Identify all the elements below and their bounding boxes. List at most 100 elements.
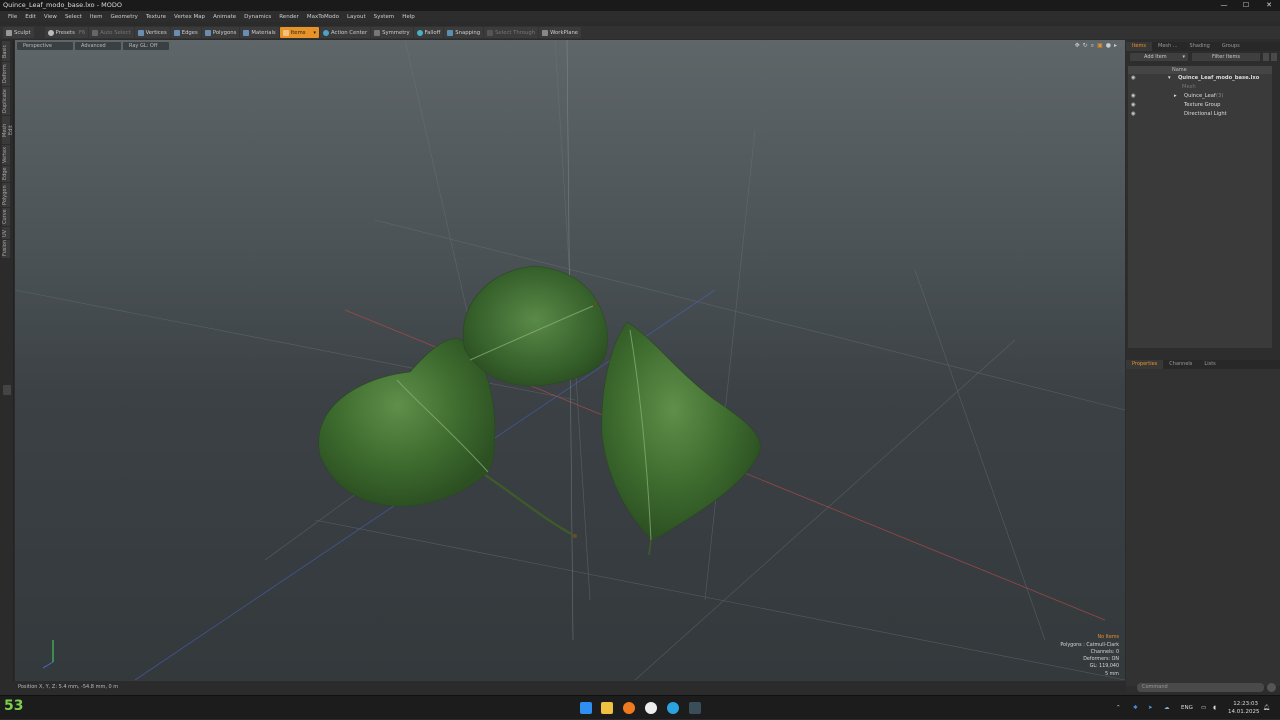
- menu-texture[interactable]: Texture: [142, 14, 170, 20]
- tab-items[interactable]: Items: [1126, 42, 1152, 51]
- menu-maxtomodo[interactable]: MaxToModo: [303, 14, 343, 20]
- tab-raygl[interactable]: Ray GL: Off: [123, 42, 169, 50]
- command-input[interactable]: Command: [1137, 683, 1264, 692]
- viewport-settings-icon[interactable]: ●: [1106, 42, 1111, 50]
- menu-vertex-map[interactable]: Vertex Map: [170, 14, 209, 20]
- chevron-down-icon: ▾: [1182, 54, 1185, 60]
- polygons-button[interactable]: Polygons: [201, 27, 240, 38]
- tab-properties[interactable]: Properties: [1126, 360, 1164, 369]
- cloud-icon[interactable]: ☁: [1164, 696, 1170, 720]
- visibility-eye-icon[interactable]: ◉: [1131, 110, 1136, 119]
- browser-icon[interactable]: [623, 702, 635, 714]
- tab-uv[interactable]: UV: [2, 227, 10, 239]
- notification-bell-icon[interactable]: 🔔︎: [1263, 696, 1270, 720]
- menu-animate[interactable]: Animate: [209, 14, 240, 20]
- menu-system[interactable]: System: [370, 14, 399, 20]
- yandex-browser-icon[interactable]: [645, 702, 657, 714]
- zoom-view-icon[interactable]: ⌕: [1091, 42, 1094, 50]
- chevron-down-icon: ▾: [313, 29, 317, 36]
- tab-perspective[interactable]: Perspective: [17, 42, 73, 50]
- menu-select[interactable]: Select: [61, 14, 86, 20]
- filter-icon[interactable]: [1271, 53, 1277, 61]
- tray-expand-icon[interactable]: ⌃: [1116, 696, 1121, 720]
- 3d-viewport[interactable]: Perspective Advanced Ray GL: Off ✥ ↻ ⌕ ▣…: [15, 40, 1125, 681]
- tab-groups[interactable]: Groups: [1216, 42, 1246, 51]
- workplane-button[interactable]: WorkPlane: [539, 27, 582, 38]
- search-icon[interactable]: [1263, 53, 1269, 61]
- tab-edge[interactable]: Edge: [2, 166, 10, 182]
- tab-lists[interactable]: Lists: [1198, 360, 1221, 369]
- snapping-icon: [447, 29, 454, 36]
- snapping-button[interactable]: Snapping: [444, 27, 484, 38]
- menu-item[interactable]: Item: [86, 14, 107, 20]
- menu-geometry[interactable]: Geometry: [106, 14, 141, 20]
- modo-app-icon[interactable]: [689, 702, 701, 714]
- tab-polygon[interactable]: Polygon: [2, 183, 10, 207]
- falloff-button[interactable]: Falloff: [413, 27, 444, 38]
- file-explorer-icon[interactable]: [601, 702, 613, 714]
- menu-render[interactable]: Render: [275, 14, 303, 20]
- expand-arrow-icon[interactable]: ▸: [1174, 92, 1177, 101]
- right-panel: Items Mesh ... Shading Groups Add Item ▾ …: [1126, 40, 1280, 693]
- tab-curve[interactable]: Curve: [2, 208, 10, 226]
- tab-basic[interactable]: Basic: [2, 41, 10, 61]
- tab-shading[interactable]: Shading: [1184, 42, 1216, 51]
- brush-icon: [6, 29, 12, 36]
- presets-button[interactable]: Presets F6: [44, 27, 89, 38]
- visibility-eye-icon[interactable]: ◉: [1131, 74, 1136, 83]
- tab-deform[interactable]: Deform: [2, 62, 10, 86]
- menu-layout[interactable]: Layout: [343, 14, 370, 20]
- fit-view-icon[interactable]: ▣: [1097, 42, 1103, 50]
- panel-collapse-handle[interactable]: [3, 385, 11, 395]
- volume-icon[interactable]: ◖: [1213, 696, 1216, 720]
- tab-advanced[interactable]: Advanced: [75, 42, 121, 50]
- move-view-icon[interactable]: ✥: [1075, 42, 1080, 50]
- telegram-tray-icon[interactable]: ➤: [1148, 696, 1153, 720]
- items-button[interactable]: Items ▾: [279, 27, 320, 38]
- tab-fusion[interactable]: Fusion: [2, 240, 10, 258]
- action-center-button[interactable]: Action Center: [320, 27, 371, 38]
- symmetry-button[interactable]: Symmetry: [371, 27, 413, 38]
- viewport-menu-icon[interactable]: ▸: [1114, 42, 1117, 50]
- menu-file[interactable]: File: [4, 14, 21, 20]
- sculpt-button[interactable]: Sculpt: [3, 27, 34, 38]
- command-history-icon[interactable]: [1267, 683, 1276, 692]
- windows-start-icon[interactable]: [580, 702, 592, 714]
- language-indicator[interactable]: ENG: [1181, 696, 1193, 720]
- clock[interactable]: 12:23:03 14.01.2025: [1228, 700, 1260, 716]
- menu-view[interactable]: View: [40, 14, 61, 20]
- edges-icon: [173, 29, 180, 36]
- network-icon[interactable]: ▭: [1201, 696, 1206, 720]
- tab-duplicate[interactable]: Duplicate: [2, 87, 10, 115]
- auto-select-icon: [92, 29, 99, 36]
- expand-arrow-icon[interactable]: ▾: [1168, 74, 1171, 83]
- visibility-eye-icon[interactable]: ◉: [1131, 101, 1136, 110]
- bluetooth-icon[interactable]: ✱: [1133, 696, 1138, 720]
- materials-button[interactable]: Materials: [240, 27, 279, 38]
- vertices-button[interactable]: Vertices: [134, 27, 170, 38]
- list-item[interactable]: ◉ Texture Group: [1128, 101, 1272, 110]
- tab-channels[interactable]: Channels: [1163, 360, 1198, 369]
- list-item[interactable]: ◉ ▸ Quince_Leaf (3): [1128, 92, 1272, 101]
- list-item[interactable]: Mesh: [1128, 83, 1272, 92]
- telegram-icon[interactable]: [667, 702, 679, 714]
- tab-mesh-edit[interactable]: Mesh Edit: [2, 116, 14, 144]
- menu-help[interactable]: Help: [398, 14, 419, 20]
- edges-button[interactable]: Edges: [170, 27, 201, 38]
- maximize-button[interactable]: ☐: [1235, 0, 1257, 11]
- visibility-eye-icon[interactable]: ◉: [1131, 92, 1136, 101]
- menu-bar: File Edit View Select Item Geometry Text…: [0, 11, 1280, 22]
- list-item[interactable]: ◉ ▾ Quince_Leaf_modo_base.lxo: [1128, 74, 1272, 83]
- minimize-button[interactable]: —: [1213, 0, 1235, 11]
- auto-select-button[interactable]: Auto Select: [89, 27, 134, 38]
- tab-vertex[interactable]: Vertex: [2, 145, 10, 165]
- menu-dynamics[interactable]: Dynamics: [240, 14, 275, 20]
- filter-items-field[interactable]: Filter Items: [1192, 53, 1260, 61]
- tab-mesh[interactable]: Mesh ...: [1152, 42, 1184, 51]
- select-through-button[interactable]: Select Through: [484, 27, 539, 38]
- list-item[interactable]: ◉ Directional Light: [1128, 110, 1272, 119]
- add-item-dropdown[interactable]: Add Item ▾: [1130, 53, 1188, 61]
- rotate-view-icon[interactable]: ↻: [1083, 42, 1088, 50]
- close-button[interactable]: ✕: [1258, 0, 1280, 11]
- menu-edit[interactable]: Edit: [21, 14, 40, 20]
